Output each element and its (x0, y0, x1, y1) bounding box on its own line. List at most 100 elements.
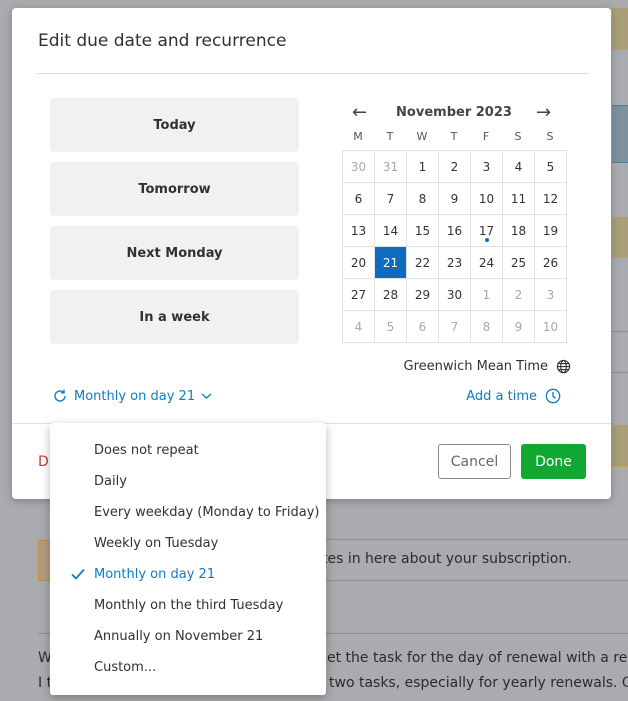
calendar-day[interactable]: 7 (375, 183, 407, 215)
calendar-day[interactable]: 31 (375, 151, 407, 183)
recurrence-option[interactable]: Weekly on Tuesday (50, 528, 326, 559)
recurrence-option[interactable]: Monthly on the third Tuesday (50, 590, 326, 621)
chevron-down-icon (201, 393, 212, 399)
day-number: 30 (350, 159, 367, 174)
day-number: 5 (386, 319, 395, 334)
day-number: 9 (450, 191, 459, 206)
done-button[interactable]: Done (521, 444, 586, 479)
calendar-day[interactable]: 30 (439, 279, 471, 311)
calendar-day[interactable]: 1 (407, 151, 439, 183)
arrow-right-icon[interactable]: → (536, 102, 551, 123)
divider (37, 73, 589, 74)
today-button[interactable]: Today (50, 98, 299, 152)
day-number: 23 (446, 255, 463, 270)
calendar-day[interactable]: 9 (503, 311, 535, 343)
calendar-day[interactable]: 22 (407, 247, 439, 279)
calendar-day[interactable]: 8 (407, 183, 439, 215)
recurrence-option-label: Weekly on Tuesday (94, 536, 219, 551)
delete-button[interactable]: D (38, 454, 49, 470)
timezone: Greenwich Mean Time (404, 359, 572, 374)
background-strip (612, 425, 628, 467)
background-text: et the task for the day of renewal with … (327, 650, 628, 666)
calendar-day[interactable]: 20 (343, 247, 375, 279)
calendar-day[interactable]: 3 (535, 279, 567, 311)
calendar-day[interactable]: 4 (343, 311, 375, 343)
calendar-day[interactable]: 25 (503, 247, 535, 279)
day-number: 27 (350, 287, 367, 302)
recurrence-option[interactable]: Every weekday (Monday to Friday) (50, 497, 326, 528)
tomorrow-button[interactable]: Tomorrow (50, 162, 299, 216)
recurrence-option[interactable]: Does not repeat (50, 435, 326, 466)
weekday-header: W (416, 130, 428, 143)
recurrence-option-label: Monthly on day 21 (94, 567, 216, 582)
calendar-day[interactable]: 16 (439, 215, 471, 247)
dialog-title: Edit due date and recurrence (38, 31, 287, 51)
calendar-day[interactable]: 28 (375, 279, 407, 311)
calendar-day[interactable]: 5 (535, 151, 567, 183)
today-dot-icon (485, 238, 489, 242)
recurrence-option[interactable]: Annually on November 21 (50, 621, 326, 652)
day-number: 5 (546, 159, 555, 174)
weekday-header: F (482, 130, 490, 143)
next-monday-button[interactable]: Next Monday (50, 226, 299, 280)
calendar-day[interactable]: 12 (535, 183, 567, 215)
recurrence-option[interactable]: Custom... (50, 652, 326, 683)
calendar-day[interactable]: 19 (535, 215, 567, 247)
calendar-day[interactable]: 27 (343, 279, 375, 311)
day-number: 8 (418, 191, 427, 206)
weekday-header: T (450, 130, 458, 143)
day-number: 9 (514, 319, 523, 334)
calendar-day[interactable]: 10 (471, 183, 503, 215)
background-text: two tasks, especially for yearly renewal… (329, 675, 628, 691)
calendar-day[interactable]: 6 (407, 311, 439, 343)
day-number: 4 (354, 319, 363, 334)
calendar-day[interactable]: 26 (535, 247, 567, 279)
day-number: 13 (350, 223, 367, 238)
divider (325, 580, 628, 581)
repeat-icon (54, 389, 66, 402)
background-strip (612, 217, 628, 258)
calendar-day[interactable]: 24 (471, 247, 503, 279)
in-a-week-button[interactable]: In a week (50, 290, 299, 344)
day-number: 10 (478, 191, 495, 206)
cancel-button[interactable]: Cancel (438, 444, 511, 479)
day-number: 22 (414, 255, 431, 270)
divider (612, 372, 628, 373)
calendar-day[interactable]: 1 (471, 279, 503, 311)
calendar-day[interactable]: 4 (503, 151, 535, 183)
calendar-grid: 30 31 1 2 3 4 5 6 7 8 9 10 11 12 13 14 15 16 17 18 19 20 21 22 2… (342, 150, 567, 343)
recurrence-option-label: Does not repeat (94, 443, 199, 458)
calendar-day[interactable]: 2 (439, 151, 471, 183)
calendar-day-selected[interactable]: 21 (375, 247, 407, 279)
weekday-header: S (514, 130, 522, 143)
calendar-day[interactable]: 2 (503, 279, 535, 311)
recurrence-option[interactable]: Daily (50, 466, 326, 497)
calendar-day[interactable]: 6 (343, 183, 375, 215)
calendar-day[interactable]: 10 (535, 311, 567, 343)
calendar-day[interactable]: 3 (471, 151, 503, 183)
recurrence-option-label: Annually on November 21 (94, 629, 264, 644)
calendar-day[interactable]: 11 (503, 183, 535, 215)
recurrence-dropdown[interactable]: Monthly on day 21 (52, 388, 212, 404)
recurrence-option[interactable]: Monthly on day 21 (50, 559, 326, 590)
calendar-day[interactable]: 14 (375, 215, 407, 247)
calendar-header: ← November 2023 → (342, 102, 566, 124)
day-number: 12 (542, 191, 559, 206)
calendar-day[interactable]: 5 (375, 311, 407, 343)
calendar-day[interactable]: 8 (471, 311, 503, 343)
calendar-day[interactable]: 17 (471, 215, 503, 247)
calendar-day[interactable]: 13 (343, 215, 375, 247)
add-time-label: Add a time (466, 388, 537, 404)
calendar-day[interactable]: 18 (503, 215, 535, 247)
calendar-day[interactable]: 15 (407, 215, 439, 247)
calendar-day[interactable]: 9 (439, 183, 471, 215)
calendar-day[interactable]: 29 (407, 279, 439, 311)
add-time-button[interactable]: Add a time (466, 388, 561, 404)
calendar-day[interactable]: 7 (439, 311, 471, 343)
clock-icon (545, 388, 561, 404)
calendar-day[interactable]: 30 (343, 151, 375, 183)
day-number: 3 (482, 159, 491, 174)
calendar-day[interactable]: 23 (439, 247, 471, 279)
background-strip (612, 105, 628, 163)
divider (612, 331, 628, 332)
